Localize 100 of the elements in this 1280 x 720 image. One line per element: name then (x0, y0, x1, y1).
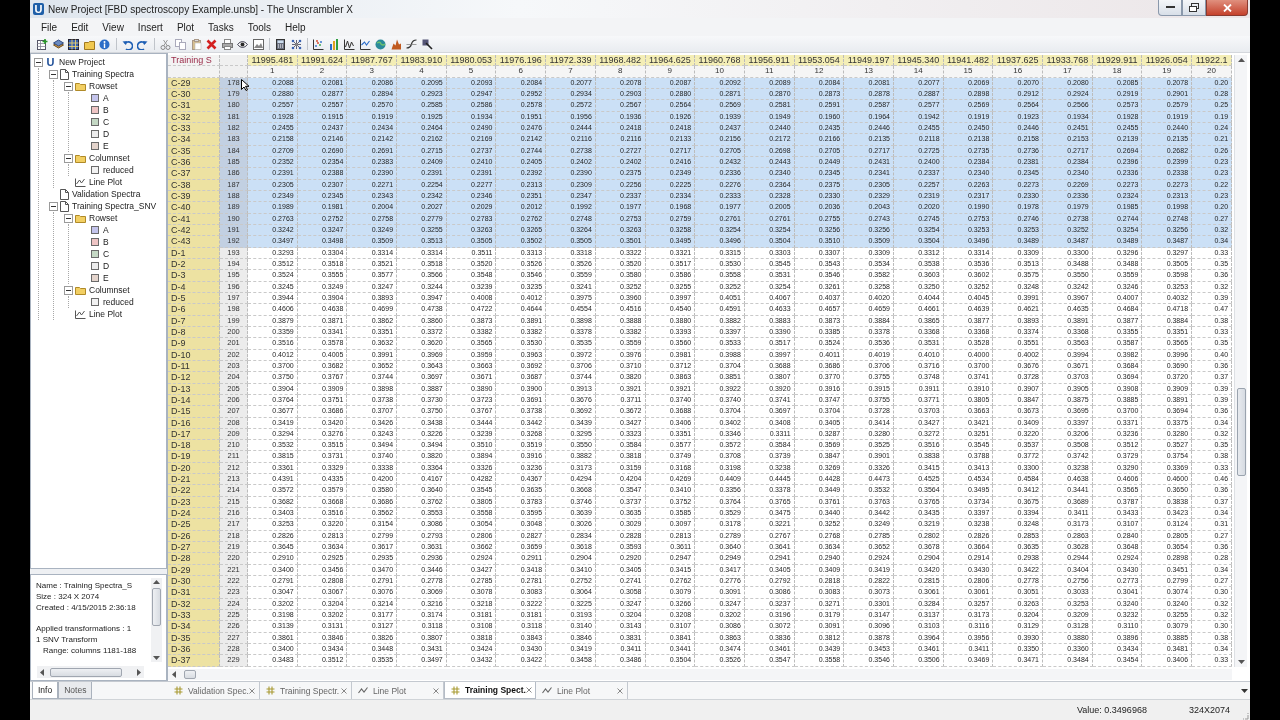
tab[interactable]: Notes (58, 682, 93, 699)
column-number[interactable]: 19 (1142, 66, 1193, 78)
scroll-down-icon[interactable] (153, 656, 160, 660)
row-header[interactable]: D-19 (168, 451, 220, 463)
menu-item[interactable]: Plot (169, 19, 202, 35)
column-number[interactable]: 7 (546, 66, 596, 78)
close-button[interactable] (1206, 0, 1248, 16)
row-header[interactable]: D-9 (168, 338, 220, 350)
expander-icon[interactable] (34, 57, 43, 67)
row-header[interactable]: C-35 (168, 145, 220, 157)
document-tab[interactable]: Training Spect. (444, 682, 536, 699)
tree-item[interactable]: Line Plot (89, 308, 123, 320)
maximize-button[interactable] (1182, 0, 1206, 16)
menu-item[interactable]: File (34, 19, 65, 35)
menu-item[interactable]: Edit (64, 19, 96, 35)
row-header[interactable]: D-22 (168, 485, 220, 497)
row-header[interactable]: C-34 (168, 134, 220, 146)
tree-item[interactable]: A (103, 92, 109, 104)
scroll-up-icon[interactable] (1237, 58, 1245, 62)
scroll-down-icon[interactable] (1237, 660, 1245, 664)
scrollbar-thumb[interactable] (50, 667, 122, 677)
tree-item[interactable]: C (103, 248, 110, 260)
scrollbar-thumb[interactable] (152, 588, 161, 626)
column-number[interactable]: 11 (744, 66, 795, 78)
row-header[interactable]: C-38 (168, 179, 220, 191)
row-header[interactable]: D-37 (168, 655, 220, 667)
scroll-up-icon[interactable] (153, 580, 160, 584)
row-header[interactable]: D-6 (168, 304, 220, 316)
scrollbar-thumb[interactable] (184, 670, 196, 679)
row-header[interactable]: D-12 (168, 372, 220, 384)
expander-icon[interactable] (64, 81, 73, 91)
column-number[interactable]: 6 (496, 66, 547, 78)
toolbar-button[interactable] (342, 36, 358, 52)
tree-item[interactable]: B (103, 104, 109, 116)
row-header[interactable]: C-43 (168, 236, 220, 248)
column-number[interactable]: 18 (1092, 66, 1143, 78)
tree-item[interactable]: Rowset (89, 80, 118, 92)
column-number[interactable]: 13 (844, 66, 894, 78)
row-header[interactable]: D-34 (168, 621, 220, 633)
scroll-left-icon[interactable] (172, 671, 176, 678)
row-header[interactable]: D-28 (168, 553, 220, 565)
column-number[interactable]: 15 (943, 66, 994, 78)
column-number[interactable]: 1 (248, 66, 298, 78)
row-header[interactable]: D-1 (168, 247, 220, 259)
expander-icon[interactable] (49, 69, 58, 79)
tree-item[interactable]: Columnset (89, 284, 130, 296)
row-header[interactable]: D-4 (168, 281, 220, 293)
tree-item[interactable]: reduced (103, 164, 134, 176)
close-icon[interactable] (617, 687, 623, 694)
tree-item[interactable]: reduced (103, 296, 134, 308)
expander-icon[interactable] (64, 213, 73, 223)
close-icon[interactable] (525, 687, 532, 693)
row-header[interactable]: D-10 (168, 349, 220, 361)
tree-item[interactable]: New Project (59, 56, 105, 68)
tree-item[interactable]: E (103, 272, 109, 284)
close-icon[interactable] (433, 687, 439, 694)
toolbar-button[interactable] (50, 36, 66, 52)
tree-item[interactable]: Training Spectra (72, 68, 135, 80)
column-number[interactable]: 9 (645, 66, 696, 78)
dropdown-icon[interactable] (1241, 688, 1248, 693)
row-header[interactable]: D-16 (168, 417, 220, 429)
tree-item[interactable]: C (103, 116, 110, 128)
tree-item[interactable]: Validation Spectra (72, 188, 141, 200)
row-header[interactable]: D-31 (168, 587, 220, 599)
tree-item[interactable]: D (103, 128, 110, 140)
tree-item[interactable]: Training Spectra_SNV (72, 200, 157, 212)
column-number[interactable]: 16 (993, 66, 1043, 78)
column-number[interactable]: 12 (794, 66, 845, 78)
row-header[interactable]: D-15 (168, 406, 220, 418)
expander-icon[interactable] (64, 153, 73, 163)
row-header[interactable]: C-37 (168, 168, 220, 180)
tree-item[interactable]: Line Plot (89, 176, 123, 188)
row-header[interactable]: C-40 (168, 202, 220, 214)
row-header[interactable]: D-3 (168, 270, 220, 282)
menu-item[interactable]: View (95, 19, 131, 35)
scroll-right-icon[interactable] (137, 668, 141, 676)
column-number[interactable]: 10 (695, 66, 745, 78)
tree-item[interactable]: E (103, 140, 109, 152)
expander-icon[interactable] (49, 201, 58, 211)
tab[interactable]: Info (32, 682, 59, 699)
column-number[interactable]: 8 (595, 66, 646, 78)
scrollbar-thumb[interactable] (1236, 388, 1246, 476)
tree-item[interactable]: Rowset (89, 212, 118, 224)
tree-item[interactable]: A (103, 224, 109, 236)
column-number[interactable]: 20 (1192, 66, 1233, 78)
column-number[interactable]: 2 (297, 66, 348, 78)
close-icon[interactable] (341, 687, 347, 694)
toolbar-button[interactable] (35, 36, 51, 52)
toolbar-button[interactable] (404, 36, 420, 52)
row-header[interactable]: D-25 (168, 519, 220, 531)
tree-item[interactable]: Columnset (89, 152, 130, 164)
column-number[interactable]: 5 (446, 66, 497, 78)
row-header[interactable]: D-13 (168, 383, 220, 395)
row-header[interactable]: C-29 (168, 77, 220, 89)
menu-item[interactable]: Insert (130, 19, 170, 35)
column-number[interactable]: 3 (347, 66, 398, 78)
row-header[interactable]: C-41 (168, 213, 220, 225)
row-header[interactable]: C-31 (168, 100, 220, 112)
column-number[interactable]: 17 (1043, 66, 1093, 78)
menu-item[interactable]: Help (278, 19, 313, 35)
